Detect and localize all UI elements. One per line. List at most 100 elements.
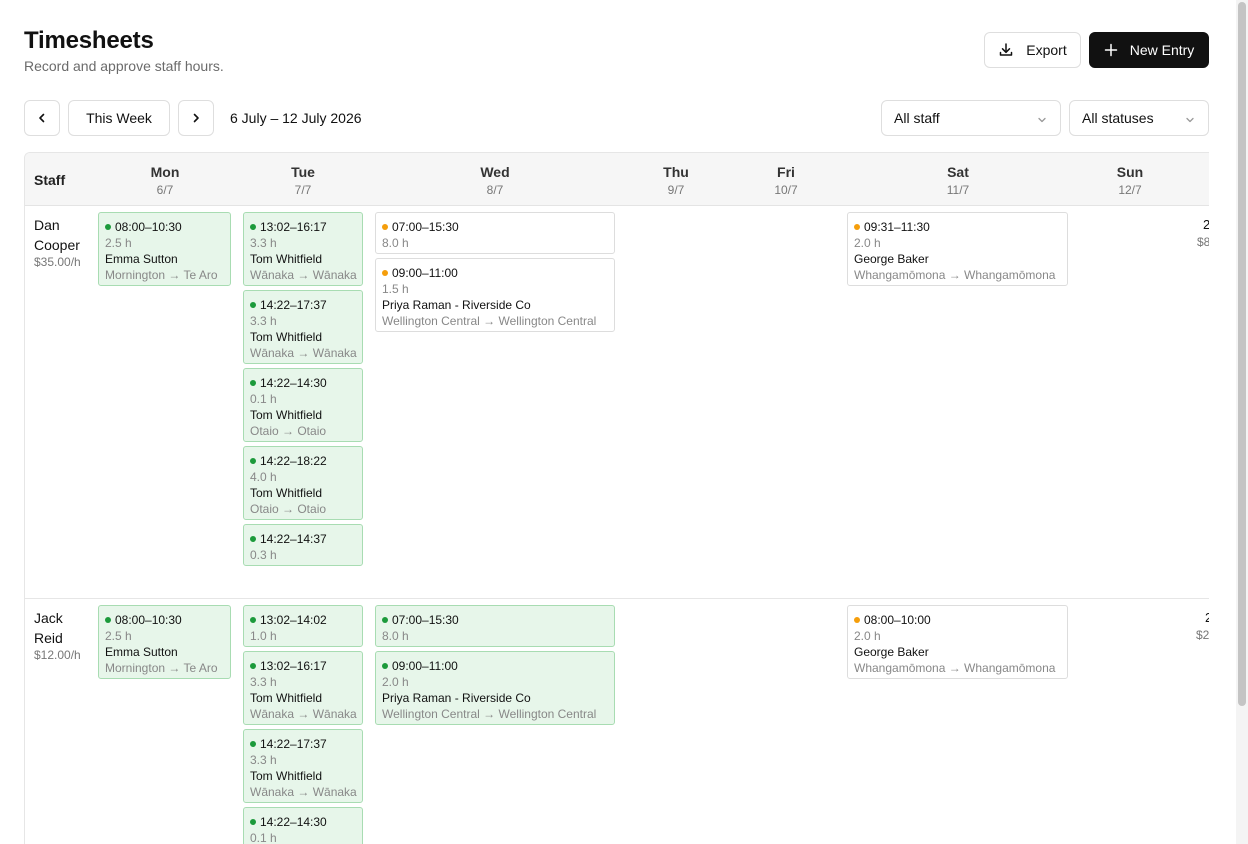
status-dot [382,224,388,230]
status-dot [105,617,111,623]
this-week-button[interactable]: This Week [68,100,170,136]
day-name: Sun [1116,164,1144,180]
timesheet-entry[interactable]: 08:00–10:00 2.0 h George Baker Whangamōm… [847,605,1068,679]
week-total-amount: $2 [1196,628,1209,642]
entry-hours: 2.5 h [105,236,132,250]
entry-time: 08:00–10:30 [115,613,182,627]
timesheet-entry[interactable]: 09:00–11:00 1.5 h Priya Raman - Riversid… [375,258,615,332]
timesheet-entry[interactable]: 13:02–16:17 3.3 h Tom Whitfield Wānaka →… [243,651,363,725]
entry-time: 09:00–11:00 [392,266,458,280]
timesheet-entry[interactable]: 14:22–18:22 4.0 h Tom Whitfield Otaio → … [243,446,363,520]
download-icon [998,42,1014,58]
timesheet-entry[interactable]: 09:31–11:30 2.0 h George Baker Whangamōm… [847,212,1068,286]
entry-hours: 1.5 h [382,282,409,296]
chevron-right-icon [190,112,202,124]
status-dot [250,380,256,386]
entry-time: 13:02–16:17 [260,659,327,673]
entry-client: Emma Sutton [105,645,178,659]
entry-hours: 2.5 h [105,629,132,643]
day-name: Wed [480,164,510,180]
entry-client: Priya Raman - Riverside Co [382,691,531,705]
day-header-fri: Fri 10/7 [761,164,811,198]
entry-client: Tom Whitfield [250,252,323,266]
entry-time: 14:22–17:37 [260,298,327,312]
entry-time: 08:00–10:00 [864,613,931,627]
timesheet-entry[interactable]: 07:00–15:30 8.0 h [375,605,615,647]
status-dot [382,270,388,276]
entry-hours: 3.3 h [250,675,277,689]
staff-name: Dan Cooper [34,217,80,253]
entry-client: George Baker [854,252,929,266]
status-filter-select[interactable]: All statuses [1069,100,1209,136]
day-header-wed: Wed 8/7 [470,164,520,198]
page-scrollbar[interactable] [1236,0,1248,844]
day-header-sat: Sat 11/7 [933,164,983,198]
entry-hours: 0.3 h [250,548,277,562]
status-dot [854,617,860,623]
entry-route: Wellington Central → Wellington Central [382,314,597,328]
entry-client: Tom Whitfield [250,408,323,422]
entry-hours: 1.0 h [250,629,277,643]
entry-route: Mornington → Te Aro [105,661,218,675]
status-dot [250,741,256,747]
day-name: Mon [150,164,180,180]
previous-week-button[interactable] [24,100,60,136]
entry-client: Tom Whitfield [250,330,323,344]
day-header-mon: Mon 6/7 [140,164,190,198]
chevron-down-icon [1036,113,1048,129]
status-dot [250,536,256,542]
entry-route: Whangamōmona → Whangamōmona [854,268,1056,282]
timesheet-entry[interactable]: 14:22–14:30 0.1 h [243,807,363,844]
entry-time: 13:02–14:02 [260,613,327,627]
entry-time: 08:00–10:30 [115,220,182,234]
entry-hours: 2.0 h [382,675,409,689]
timesheet-entry[interactable]: 13:02–14:02 1.0 h [243,605,363,647]
staff-filter-value: All staff [894,110,940,126]
timesheet-entry[interactable]: 08:00–10:30 2.5 h Emma Sutton Mornington… [98,212,231,286]
timesheet-entry[interactable]: 14:22–17:37 3.3 h Tom Whitfield Wānaka →… [243,729,363,803]
next-week-button[interactable] [178,100,214,136]
entry-client: Priya Raman - Riverside Co [382,298,531,312]
entry-client: Tom Whitfield [250,769,323,783]
timesheet-entry[interactable]: 13:02–16:17 3.3 h Tom Whitfield Wānaka →… [243,212,363,286]
day-header-tue: Tue 7/7 [278,164,328,198]
timesheet-entry[interactable]: 14:22–17:37 3.3 h Tom Whitfield Wānaka →… [243,290,363,364]
status-dot [250,458,256,464]
entry-hours: 8.0 h [382,629,409,643]
entry-time: 14:22–14:30 [260,815,327,829]
entry-client: Tom Whitfield [250,691,323,705]
entry-hours: 4.0 h [250,470,277,484]
chevron-left-icon [36,112,48,124]
export-button[interactable]: Export [984,32,1081,68]
entry-time: 13:02–16:17 [260,220,327,234]
scrollbar-thumb[interactable] [1238,2,1246,706]
week-total-hours: 2 [1205,610,1209,625]
day-name: Sat [947,164,969,180]
timesheet-entry[interactable]: 08:00–10:30 2.5 h Emma Sutton Mornington… [98,605,231,679]
timesheet-entry[interactable]: 07:00–15:30 8.0 h [375,212,615,254]
status-dot [250,302,256,308]
new-entry-label: New Entry [1129,42,1195,58]
entry-time: 09:31–11:30 [864,220,930,234]
chevron-down-icon [1184,113,1196,129]
entry-hours: 2.0 h [854,236,881,250]
entry-route: Mornington → Te Aro [105,268,218,282]
entry-hours: 8.0 h [382,236,409,250]
staff-filter-select[interactable]: All staff [881,100,1061,136]
timesheet-entry[interactable]: 14:22–14:37 0.3 h [243,524,363,566]
staff-rate: $35.00/h [34,255,81,269]
timesheet-entry[interactable]: 14:22–14:30 0.1 h Tom Whitfield Otaio → … [243,368,363,442]
entry-hours: 0.1 h [250,392,277,406]
plus-icon [1104,43,1118,57]
day-date: 8/7 [486,183,504,197]
entry-route: Otaio → Otaio [250,424,327,438]
entry-hours: 0.1 h [250,831,277,844]
new-entry-button[interactable]: New Entry [1089,32,1209,68]
day-header-thu: Thu 9/7 [651,164,701,198]
day-date: 10/7 [774,183,798,197]
timesheet-entry[interactable]: 09:00–11:00 2.0 h Priya Raman - Riversid… [375,651,615,725]
entry-client: Emma Sutton [105,252,178,266]
day-header-sun: Sun 12/7 [1105,164,1155,198]
status-dot [250,224,256,230]
staff-column-header: Staff [34,172,66,188]
